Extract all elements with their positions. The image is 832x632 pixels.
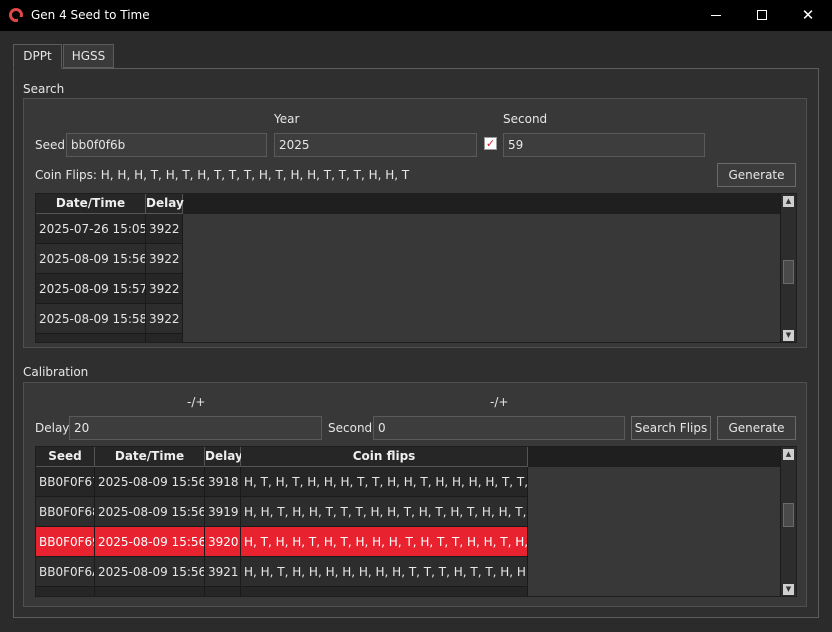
scroll-thumb[interactable]	[783, 503, 794, 527]
close-button[interactable]: ✕	[785, 0, 831, 31]
cell-datetime	[36, 334, 146, 342]
cell-datetime: 2025-08-09 15:56:59	[95, 467, 205, 497]
search-generate-button[interactable]: Generate	[717, 163, 796, 187]
cell-seed	[36, 587, 95, 596]
cell-delay: 3922	[146, 274, 183, 304]
cell-delay	[146, 334, 183, 342]
tab-dppt[interactable]: DPPt	[13, 44, 62, 69]
cell-delay: 3922	[146, 304, 183, 334]
year-label: Year	[274, 112, 300, 126]
second-checkbox[interactable]: ✓	[484, 137, 497, 150]
search-table-scrollbar[interactable]: ▲ ▼	[780, 194, 796, 342]
calibration-results-table: Seed Date/Time Delay Coin flips BB0F0F67…	[35, 446, 797, 597]
window-title: Gen 4 Seed to Time	[31, 8, 150, 22]
maximize-icon	[757, 10, 767, 20]
cell-datetime: 2025-08-09 15:58:57	[36, 304, 146, 334]
title-bar: Gen 4 Seed to Time ✕	[0, 0, 832, 31]
cell-delay: 3922	[146, 214, 183, 244]
year-input[interactable]: 2025	[274, 133, 477, 157]
column-delay[interactable]: Delay	[146, 194, 184, 214]
scroll-down-icon[interactable]: ▼	[783, 584, 794, 595]
column-delay[interactable]: Delay	[205, 447, 243, 467]
scroll-up-icon[interactable]: ▲	[783, 196, 794, 207]
maximize-button[interactable]	[739, 0, 785, 31]
calibration-group-title: Calibration	[23, 365, 89, 379]
seed-label: Seed	[35, 138, 65, 152]
scroll-thumb[interactable]	[783, 260, 794, 284]
delay-range-label: -/+	[187, 395, 206, 409]
column-datetime[interactable]: Date/Time	[36, 194, 146, 214]
delay-input[interactable]: 20	[69, 416, 322, 440]
calibration-table-scrollbar[interactable]: ▲ ▼	[780, 447, 796, 596]
tab-hgss[interactable]: HGSS	[63, 44, 114, 68]
search-group-title: Search	[23, 82, 65, 96]
scroll-down-icon[interactable]: ▼	[783, 330, 794, 341]
close-icon: ✕	[801, 6, 815, 24]
cell-seed: BB0F0F67	[36, 467, 95, 497]
cell-coin-flips: H, H, T, H, H, T, T, T, H, H, T, H, T, H…	[241, 497, 528, 527]
second-range-label: -/+	[490, 395, 509, 409]
cell-coin-flips: H, T, H, H, T, H, T, H, H, H, T, H, T, T…	[241, 527, 528, 557]
cell-delay	[205, 587, 241, 596]
cell-delay: 3919	[205, 497, 241, 527]
cell-coin-flips: H, T, H, T, H, H, H, T, T, H, H, T, H, H…	[241, 467, 528, 497]
seed-input[interactable]: bb0f0f6b	[66, 133, 267, 157]
bottom-edge	[0, 624, 832, 632]
table-header: Seed Date/Time Delay Coin flips	[36, 447, 796, 467]
cell-datetime: 2025-08-09 15:57:58	[36, 274, 146, 304]
cell-datetime: 2025-08-09 15:56:59	[95, 497, 205, 527]
cell-datetime	[95, 587, 205, 596]
delay-label: Delay	[35, 421, 70, 435]
coin-flips-text: Coin Flips: H, H, H, T, H, T, H, T, T, T…	[35, 168, 410, 182]
app-icon	[9, 8, 24, 23]
cell-datetime: 2025-08-09 15:56:59	[95, 557, 205, 587]
cell-coin-flips: H, H, T, H, H, H, H, H, H, H, T, T, T, H…	[241, 557, 528, 587]
cell-delay: 3918	[205, 467, 241, 497]
cell-delay: 3920	[205, 527, 241, 557]
cell-delay: 3922	[146, 244, 183, 274]
column-seed[interactable]: Seed	[36, 447, 95, 467]
calibration-second-input[interactable]: 0	[373, 416, 625, 440]
minimize-icon	[711, 15, 721, 16]
scroll-up-icon[interactable]: ▲	[783, 449, 794, 460]
second-label: Second	[503, 112, 548, 126]
column-coin-flips[interactable]: Coin flips	[241, 447, 528, 467]
calibration-generate-button[interactable]: Generate	[717, 416, 796, 440]
table-header: Date/Time Delay	[36, 194, 796, 214]
search-flips-button[interactable]: Search Flips	[631, 416, 711, 440]
cell-datetime: 2025-08-09 15:56:59	[95, 527, 205, 557]
calibration-second-label: Second	[328, 421, 373, 435]
cell-seed: BB0F0F68	[36, 497, 95, 527]
search-results-table: Date/Time Delay 2025-07-26 15:05:00 3922…	[35, 193, 797, 343]
second-input[interactable]: 59	[503, 133, 705, 157]
cell-datetime: 2025-08-09 15:56:59	[36, 244, 146, 274]
cell-seed: BB0F0F69	[36, 527, 95, 557]
cell-seed: BB0F0F6A	[36, 557, 95, 587]
column-datetime[interactable]: Date/Time	[95, 447, 205, 467]
cell-datetime: 2025-07-26 15:05:00	[36, 214, 146, 244]
cell-coin-flips	[241, 587, 528, 596]
cell-delay: 3921	[205, 557, 241, 587]
minimize-button[interactable]	[693, 0, 739, 31]
